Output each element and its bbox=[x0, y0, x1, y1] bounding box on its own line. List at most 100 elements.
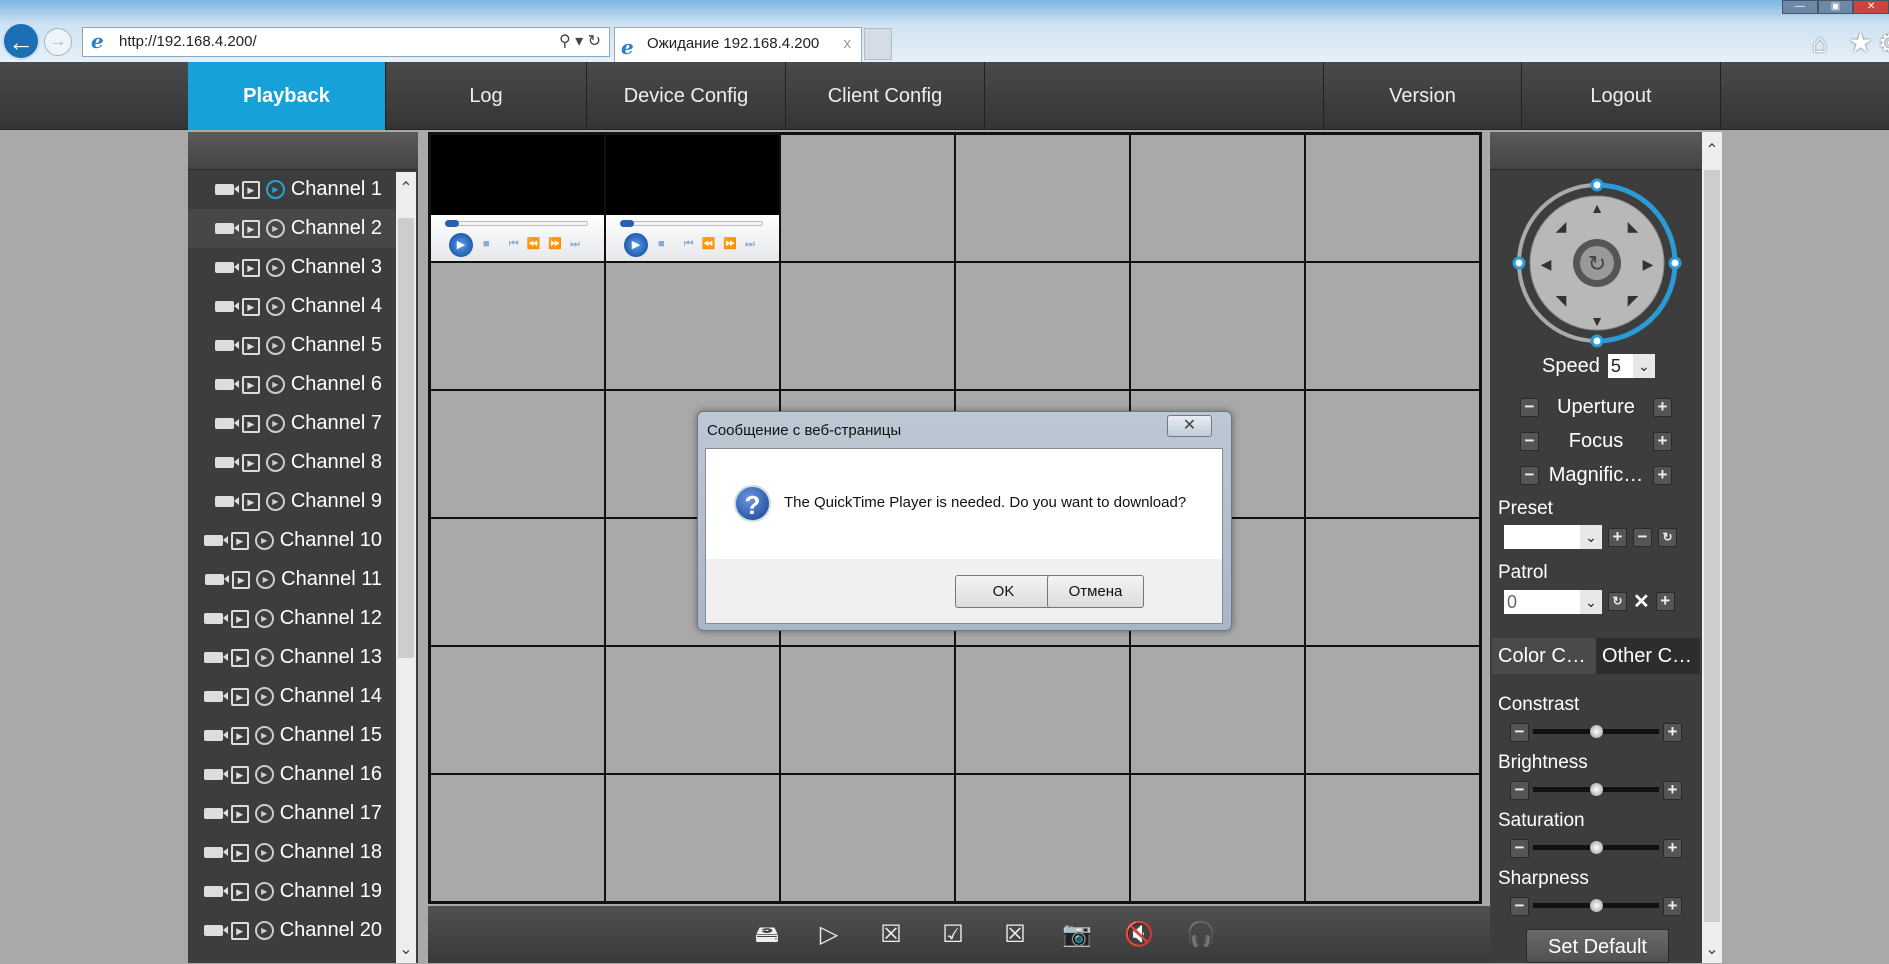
playback-icon[interactable]: ▶ bbox=[230, 765, 249, 784]
dialog-close-button[interactable]: ✕ bbox=[1167, 415, 1212, 437]
magnification-plus-button[interactable]: + bbox=[1652, 466, 1672, 485]
nav-playback[interactable]: Playback bbox=[188, 62, 386, 130]
channel-item[interactable]: ▶ ▶ Channel 2 bbox=[188, 209, 396, 248]
channel-item[interactable]: ▶ ▶ Channel 16 bbox=[188, 755, 396, 794]
video-cell[interactable] bbox=[780, 774, 955, 902]
patrol-select[interactable]: 0 ⌄ bbox=[1504, 589, 1602, 614]
camera-icon[interactable] bbox=[214, 457, 239, 468]
video-cell[interactable] bbox=[1305, 774, 1480, 902]
tab-color-config[interactable]: Color C… bbox=[1492, 638, 1596, 674]
play-circle-icon[interactable]: ▶ bbox=[265, 375, 285, 394]
camera-icon[interactable] bbox=[203, 925, 228, 936]
camera-icon[interactable] bbox=[214, 496, 239, 507]
playback-icon[interactable]: ▶ bbox=[241, 336, 260, 355]
decrease-button[interactable]: − bbox=[1510, 722, 1529, 742]
player-controls[interactable]: ■ ⏮⏪⏩⏭ bbox=[483, 237, 588, 251]
playback-icon[interactable]: ▶ bbox=[241, 297, 260, 316]
nav-log[interactable]: Log bbox=[386, 62, 587, 130]
scroll-up-icon[interactable]: ⌃ bbox=[396, 178, 416, 198]
video-cell[interactable] bbox=[605, 774, 780, 902]
play-circle-icon[interactable]: ▶ bbox=[265, 453, 285, 472]
channel-item[interactable]: ▶ ▶ Channel 1 bbox=[188, 170, 396, 209]
uperture-plus-button[interactable]: + bbox=[1653, 398, 1672, 417]
video-cell[interactable] bbox=[430, 518, 605, 646]
minimize-button[interactable]: — bbox=[1782, 0, 1818, 14]
play-circle-icon[interactable]: ▶ bbox=[265, 258, 285, 277]
nav-client-config[interactable]: Client Config bbox=[786, 62, 985, 130]
play-circle-icon[interactable]: ▶ bbox=[254, 609, 274, 628]
play-circle-icon[interactable]: ▶ bbox=[254, 531, 274, 550]
camera-icon[interactable] bbox=[203, 730, 228, 741]
slider-knob[interactable] bbox=[1590, 725, 1603, 738]
camera-icon[interactable] bbox=[203, 613, 228, 624]
video-cell[interactable] bbox=[1305, 518, 1480, 646]
playback-icon[interactable]: ▶ bbox=[230, 921, 249, 940]
record-stop-icon[interactable]: ☒ bbox=[999, 919, 1031, 951]
camera-icon[interactable] bbox=[205, 574, 230, 585]
video-cell[interactable] bbox=[1305, 646, 1480, 774]
channel-item[interactable]: ▶ ▶ Channel 4 bbox=[188, 287, 396, 326]
address-bar[interactable]: e http://192.168.4.200/ ⚲ ▾ ↻ bbox=[82, 27, 610, 57]
video-cell[interactable] bbox=[1130, 774, 1305, 902]
playback-icon[interactable]: ▶ bbox=[230, 648, 249, 667]
play-circle-icon[interactable]: ▶ bbox=[254, 648, 274, 667]
preset-remove-button[interactable]: − bbox=[1633, 527, 1652, 547]
slider-knob[interactable] bbox=[1590, 841, 1603, 854]
tab-close-icon[interactable]: x bbox=[844, 28, 852, 60]
play-circle-icon[interactable]: ▶ bbox=[254, 882, 274, 901]
channel-item[interactable]: ▶ ▶ Channel 19 bbox=[188, 872, 396, 911]
mute-speaker-icon[interactable]: 🔇 bbox=[1123, 919, 1155, 951]
patrol-stop-icon[interactable]: ✕ bbox=[1633, 589, 1650, 614]
play-circle-icon[interactable]: ▶ bbox=[254, 687, 274, 706]
uperture-minus-button[interactable]: − bbox=[1520, 398, 1539, 417]
video-cell[interactable] bbox=[430, 646, 605, 774]
video-cell[interactable] bbox=[955, 646, 1130, 774]
slider[interactable] bbox=[1529, 838, 1663, 858]
slider[interactable] bbox=[1529, 896, 1663, 916]
search-icon[interactable]: ⚲ bbox=[559, 33, 571, 50]
playback-icon[interactable]: ▶ bbox=[230, 531, 249, 550]
play-icon[interactable]: ▶ bbox=[624, 233, 648, 257]
video-cell[interactable]: ▶ ■ ⏮⏪⏩⏭ bbox=[430, 134, 605, 262]
close-all-icon[interactable]: ☒ bbox=[875, 919, 907, 951]
playback-icon[interactable]: ▶ bbox=[241, 180, 260, 199]
play-circle-icon[interactable]: ▶ bbox=[265, 219, 285, 238]
channel-item[interactable]: ▶ ▶ Channel 6 bbox=[188, 365, 396, 404]
play-circle-icon[interactable]: ▶ bbox=[254, 804, 274, 823]
channel-item[interactable]: ▶ ▶ Channel 15 bbox=[188, 716, 396, 755]
video-cell[interactable] bbox=[780, 262, 955, 390]
video-cell[interactable] bbox=[605, 262, 780, 390]
video-cell[interactable] bbox=[430, 774, 605, 902]
playback-icon[interactable]: ▶ bbox=[241, 375, 260, 394]
browser-tab[interactable]: e Ожидание 192.168.4.200 x bbox=[614, 27, 862, 62]
camera-icon[interactable] bbox=[203, 691, 228, 702]
channel-item[interactable]: ▶ ▶ Channel 3 bbox=[188, 248, 396, 287]
channel-item[interactable]: ▶ ▶ Channel 20 bbox=[188, 911, 396, 950]
video-cell[interactable] bbox=[955, 774, 1130, 902]
video-cell[interactable] bbox=[430, 262, 605, 390]
seek-bar[interactable] bbox=[445, 220, 588, 227]
play-circle-icon[interactable]: ▶ bbox=[254, 765, 274, 784]
speed-select[interactable]: 5 ⌄ bbox=[1607, 354, 1655, 378]
play-circle-icon[interactable]: ▶ bbox=[254, 921, 274, 940]
play-circle-icon[interactable]: ▶ bbox=[254, 843, 274, 862]
camera-icon[interactable] bbox=[203, 886, 228, 897]
decrease-button[interactable]: − bbox=[1510, 780, 1529, 800]
play-circle-icon[interactable]: ▶ bbox=[256, 570, 276, 589]
video-cell[interactable] bbox=[1305, 134, 1480, 262]
camera-icon[interactable] bbox=[203, 652, 228, 663]
increase-button[interactable]: + bbox=[1663, 896, 1682, 916]
video-cell[interactable] bbox=[780, 646, 955, 774]
focus-plus-button[interactable]: + bbox=[1653, 432, 1672, 451]
decrease-button[interactable]: − bbox=[1510, 896, 1529, 916]
playback-icon[interactable]: ▶ bbox=[241, 453, 260, 472]
player-controls[interactable]: ■ ⏮⏪⏩⏭ bbox=[658, 237, 763, 251]
camera-icon[interactable] bbox=[203, 847, 228, 858]
scroll-down-icon[interactable]: ⌄ bbox=[1702, 939, 1722, 959]
increase-button[interactable]: + bbox=[1663, 722, 1682, 742]
play-all-icon[interactable]: ▷ bbox=[813, 919, 845, 951]
channel-item[interactable]: ▶ ▶ Channel 17 bbox=[188, 794, 396, 833]
camera-icon[interactable] bbox=[214, 223, 239, 234]
nav-device-config[interactable]: Device Config bbox=[587, 62, 786, 130]
video-cell[interactable] bbox=[1305, 262, 1480, 390]
